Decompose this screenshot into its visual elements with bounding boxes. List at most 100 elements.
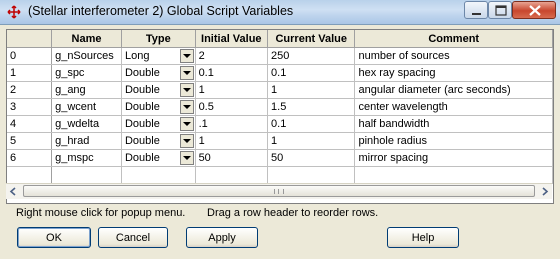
dropdown-arrow-icon bbox=[182, 122, 191, 126]
type-dropdown-button[interactable] bbox=[179, 151, 194, 165]
initial-value-cell[interactable] bbox=[195, 166, 269, 184]
scroll-left-icon bbox=[9, 187, 16, 196]
current-value-cell[interactable]: 1 bbox=[267, 132, 356, 150]
minimize-button[interactable] bbox=[464, 1, 488, 19]
variables-table: Name Type Initial Value Current Value Co… bbox=[7, 30, 553, 184]
current-value-cell[interactable] bbox=[267, 166, 356, 184]
type-value: Long bbox=[124, 50, 150, 62]
cancel-button[interactable]: Cancel bbox=[98, 227, 168, 248]
type-dropdown-button[interactable] bbox=[179, 66, 194, 80]
table-row[interactable]: 5 g_hrad Double 1 1 pinhole radius bbox=[7, 132, 553, 150]
column-header-name[interactable]: Name bbox=[51, 30, 122, 48]
current-value-cell[interactable]: 1.5 bbox=[267, 98, 356, 116]
current-value-cell[interactable]: 0.1 bbox=[267, 64, 356, 82]
type-dropdown-button[interactable] bbox=[179, 49, 194, 63]
type-value: Double bbox=[124, 101, 160, 113]
name-cell[interactable] bbox=[51, 166, 122, 184]
scroll-right-icon bbox=[542, 187, 549, 196]
row-header[interactable]: 0 bbox=[7, 47, 53, 65]
column-header-type[interactable]: Type bbox=[121, 30, 196, 48]
apply-button[interactable]: Apply bbox=[186, 227, 258, 248]
initial-value-cell[interactable]: 50 bbox=[195, 149, 269, 167]
type-value: Double bbox=[124, 135, 160, 147]
maximize-button[interactable] bbox=[488, 1, 512, 19]
table-row[interactable]: 2 g_ang Double 1 1 angular diameter (arc… bbox=[7, 81, 553, 99]
type-cell[interactable]: Double bbox=[121, 132, 196, 150]
row-header[interactable]: 1 bbox=[7, 64, 53, 82]
type-dropdown-button[interactable] bbox=[179, 83, 194, 97]
type-cell[interactable]: Double bbox=[121, 64, 196, 82]
column-header-current-value[interactable]: Current Value bbox=[267, 30, 356, 48]
row-header[interactable]: 2 bbox=[7, 81, 53, 99]
table-row[interactable]: 3 g_wcent Double 0.5 1.5 center waveleng… bbox=[7, 98, 553, 116]
current-value-cell[interactable]: 250 bbox=[267, 47, 356, 65]
type-cell[interactable]: Double bbox=[121, 98, 196, 116]
corner-header[interactable] bbox=[7, 30, 53, 48]
initial-value-cell[interactable]: .1 bbox=[195, 115, 269, 133]
type-cell[interactable]: Double bbox=[121, 149, 196, 167]
variables-grid[interactable]: Name Type Initial Value Current Value Co… bbox=[6, 29, 554, 204]
name-cell[interactable]: g_wdelta bbox=[51, 115, 122, 133]
current-value-cell[interactable]: 1 bbox=[267, 81, 356, 99]
comment-cell[interactable]: hex ray spacing bbox=[354, 64, 553, 82]
ok-button[interactable]: OK bbox=[17, 227, 91, 248]
name-cell[interactable]: g_ang bbox=[51, 81, 122, 99]
initial-value-cell[interactable]: 0.1 bbox=[195, 64, 269, 82]
name-cell[interactable]: g_nSources bbox=[51, 47, 122, 65]
dropdown-arrow-icon bbox=[182, 71, 191, 75]
scroll-right-button[interactable] bbox=[537, 184, 552, 199]
initial-value-cell[interactable]: 0.5 bbox=[195, 98, 269, 116]
type-dropdown-button[interactable] bbox=[179, 100, 194, 114]
dropdown-arrow-icon bbox=[182, 54, 191, 58]
comment-cell[interactable]: number of sources bbox=[354, 47, 553, 65]
comment-cell[interactable]: pinhole radius bbox=[354, 132, 553, 150]
empty-row[interactable] bbox=[7, 166, 553, 184]
scrollbar-thumb[interactable] bbox=[23, 185, 535, 197]
column-header-initial-value[interactable]: Initial Value bbox=[195, 30, 269, 48]
close-icon bbox=[529, 5, 541, 16]
type-cell[interactable]: Long bbox=[121, 47, 196, 65]
row-header[interactable]: 3 bbox=[7, 98, 53, 116]
title-bar[interactable]: (Stellar interferometer 2) Global Script… bbox=[0, 0, 560, 25]
close-button[interactable] bbox=[512, 1, 556, 19]
name-cell[interactable]: g_wcent bbox=[51, 98, 122, 116]
help-button[interactable]: Help bbox=[387, 227, 459, 248]
horizontal-scrollbar[interactable] bbox=[6, 183, 552, 199]
column-header-comment[interactable]: Comment bbox=[354, 30, 553, 48]
type-cell[interactable] bbox=[121, 166, 196, 184]
table-row[interactable]: 6 g_mspc Double 50 50 mirror spacing bbox=[7, 149, 553, 167]
comment-cell[interactable]: mirror spacing bbox=[354, 149, 553, 167]
initial-value-cell[interactable]: 1 bbox=[195, 81, 269, 99]
type-cell[interactable]: Double bbox=[121, 81, 196, 99]
type-dropdown-button[interactable] bbox=[179, 134, 194, 148]
initial-value-cell[interactable]: 1 bbox=[195, 132, 269, 150]
type-value: Double bbox=[124, 67, 160, 79]
comment-cell[interactable]: half bandwidth bbox=[354, 115, 553, 133]
name-cell[interactable]: g_spc bbox=[51, 64, 122, 82]
current-value-cell[interactable]: 0.1 bbox=[267, 115, 356, 133]
dropdown-arrow-icon bbox=[182, 156, 191, 160]
comment-cell[interactable]: center wavelength bbox=[354, 98, 553, 116]
initial-value-cell[interactable]: 2 bbox=[195, 47, 269, 65]
table-row[interactable]: 0 g_nSources Long 2 250 number of source… bbox=[7, 47, 553, 65]
type-dropdown-button[interactable] bbox=[179, 117, 194, 131]
dropdown-arrow-icon bbox=[182, 88, 191, 92]
table-row[interactable]: 4 g_wdelta Double .1 0.1 half bandwidth bbox=[7, 115, 553, 133]
name-cell[interactable]: g_mspc bbox=[51, 149, 122, 167]
row-header[interactable]: 5 bbox=[7, 132, 53, 150]
current-value-cell[interactable]: 50 bbox=[267, 149, 356, 167]
scroll-left-button[interactable] bbox=[6, 184, 21, 199]
comment-cell[interactable]: angular diameter (arc seconds) bbox=[354, 81, 553, 99]
row-header[interactable]: 6 bbox=[7, 149, 53, 167]
type-cell[interactable]: Double bbox=[121, 115, 196, 133]
status-hint-popup: Right mouse click for popup menu. bbox=[16, 207, 186, 219]
app-arrows-icon bbox=[7, 5, 21, 19]
row-header[interactable] bbox=[7, 166, 53, 184]
dropdown-arrow-icon bbox=[182, 139, 191, 143]
scrollbar-grip-icon bbox=[274, 189, 284, 194]
name-cell[interactable]: g_hrad bbox=[51, 132, 122, 150]
row-header[interactable]: 4 bbox=[7, 115, 53, 133]
comment-cell[interactable] bbox=[354, 166, 553, 184]
minimize-icon bbox=[472, 13, 481, 15]
table-row[interactable]: 1 g_spc Double 0.1 0.1 hex ray spacing bbox=[7, 64, 553, 82]
